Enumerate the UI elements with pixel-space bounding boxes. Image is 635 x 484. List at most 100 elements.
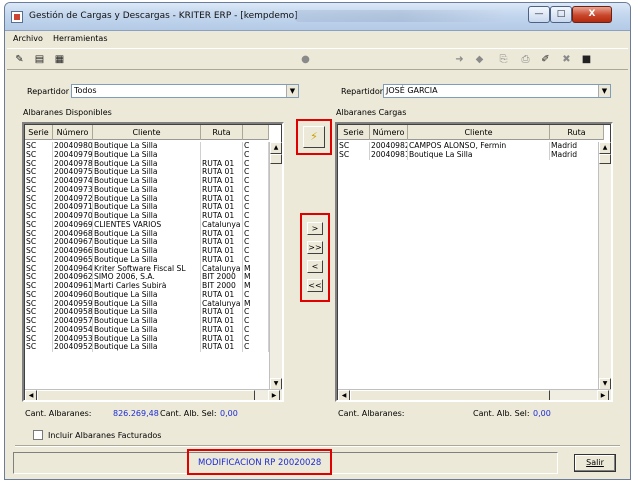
table-icon[interactable]: ▦ — [53, 54, 66, 66]
table-row[interactable]: SC 20040971 Boutique La Silla RUTA 01 C — [25, 203, 269, 212]
left-cant-label: Cant. Albaranes: — [25, 409, 92, 418]
menu-herramientas[interactable]: Herramientas — [53, 34, 108, 43]
divider — [15, 445, 620, 447]
scroll-up-icon[interactable]: ▲ — [270, 142, 282, 154]
table-row[interactable]: SC 20040962 SIMO 2006, S.A. BIT 2000 M — [25, 273, 269, 282]
minimize-button[interactable]: — — [528, 6, 550, 23]
table-row[interactable]: SC 20040960 Boutique La Silla RUTA 01 C — [25, 290, 269, 300]
window-title: Gestión de Cargas y Descargas - KRITER E… — [29, 11, 298, 21]
menu-archivo[interactable]: Archivo — [13, 34, 43, 43]
table-row[interactable]: SC 20040952 Boutique La Silla RUTA 01 C — [25, 343, 269, 352]
move-all-left-button[interactable]: << — [307, 279, 323, 292]
table-cell: 20040957 — [54, 317, 93, 326]
scroll-left-icon[interactable]: ◀ — [338, 390, 350, 400]
table-row[interactable]: SC 20040957 Boutique La Silla RUTA 01 C — [25, 317, 269, 326]
table-row[interactable]: SC 20040973 Boutique La Silla RUTA 01 C — [25, 185, 269, 195]
left-horizontal-scrollbar[interactable]: ◀ ▶ — [25, 389, 282, 400]
chevron-down-icon[interactable]: ▼ — [598, 85, 610, 97]
col-serie[interactable]: Serie — [338, 125, 370, 140]
grid-icon[interactable]: ▤ — [33, 54, 46, 66]
scroll-right-icon[interactable]: ▶ — [597, 390, 609, 400]
table-row[interactable]: SC 20040978 Boutique La Silla RUTA 01 C — [25, 159, 269, 169]
title-bar[interactable]: Gestión de Cargas y Descargas - KRITER E… — [5, 3, 630, 31]
table-cell: SC — [25, 220, 53, 230]
table-row[interactable]: SC 20040953 Boutique La Silla RUTA 01 C — [25, 334, 269, 344]
col-ruta[interactable]: Ruta — [201, 125, 243, 140]
scroll-left-icon[interactable]: ◀ — [25, 390, 37, 400]
table-row[interactable]: SC 20040964 Kriter Software Fiscal SL Catal… — [25, 264, 269, 274]
table-row[interactable]: SC 20040968 Boutique La Silla RUTA 01 C — [25, 229, 269, 239]
table-cell: 20040973 — [54, 185, 93, 195]
incluir-facturados-label: Incluir Albaranes Facturados — [48, 431, 162, 440]
table-row[interactable]: SC 20040970 Boutique La Silla RUTA 01 C — [25, 212, 269, 221]
left-albaranes-grid[interactable]: Serie Número Cliente Ruta SC 20040980 Bout… — [22, 122, 284, 402]
table-cell: BIT 2000 — [201, 273, 243, 282]
col-cliente[interactable]: Cliente — [408, 125, 550, 140]
scroll-thumb[interactable] — [270, 154, 282, 164]
table-row[interactable]: SC 20040969 CLIENTES VARIOS Catalunya C — [25, 220, 269, 230]
col-serie[interactable]: Serie — [25, 125, 53, 140]
table-cell: CLIENTES VARIOS — [93, 220, 201, 230]
table-cell: C — [243, 308, 269, 317]
table-row[interactable]: SC 20040959 Boutique La Silla Catalunya M — [25, 299, 269, 309]
table-cell: SC — [25, 185, 53, 195]
chevron-down-icon[interactable]: ▼ — [286, 85, 298, 97]
table-row[interactable]: SC 20040966 Boutique La Silla RUTA 01 C — [25, 247, 269, 256]
table-row[interactable]: SC 20040979 Boutique La Silla C — [25, 150, 269, 160]
table-cell: Boutique La Silla — [93, 343, 201, 352]
table-cell: Boutique La Silla — [93, 150, 201, 160]
salir-button[interactable]: Salir — [574, 454, 616, 472]
table-cell: 20040962 — [54, 273, 93, 282]
arrow-right-icon[interactable]: ➜ — [453, 54, 466, 66]
table-cell: BIT 2000 — [201, 282, 243, 291]
lightning-action-button[interactable]: ⚡ — [303, 126, 325, 148]
maximize-button[interactable]: □ — [550, 6, 572, 23]
print-icon[interactable]: ⎙ — [519, 54, 532, 66]
col-ruta[interactable]: Ruta — [550, 125, 604, 140]
table-row[interactable]: SC 20040961 Martí Carles Subirà BIT 2000 M — [25, 282, 269, 291]
table-row[interactable]: SC 20040980 Boutique La Silla C — [25, 142, 269, 151]
col-numero[interactable]: Número — [53, 125, 93, 140]
incluir-facturados-checkbox[interactable] — [33, 430, 43, 440]
table-row[interactable]: SC 20040982 CAMPOS ALONSO, Fermin Madrid — [338, 142, 604, 151]
right-horizontal-scrollbar[interactable]: ◀ ▶ — [338, 389, 611, 400]
table-row[interactable]: SC 20040958 Boutique La Silla RUTA 01 C — [25, 308, 269, 317]
table-row[interactable]: SC 20040975 Boutique La Silla RUTA 01 C — [25, 168, 269, 177]
right-repartidor-select[interactable]: JOSÉ GARCIA ▼ — [383, 84, 611, 98]
table-row[interactable]: SC 20040967 Boutique La Silla RUTA 01 C — [25, 238, 269, 247]
scroll-right-icon[interactable]: ▶ — [268, 390, 280, 400]
scroll-thumb-h[interactable] — [350, 390, 550, 400]
table-row[interactable]: SC 20040965 Boutique La Silla RUTA 01 C — [25, 255, 269, 265]
scroll-up-icon[interactable]: ▲ — [599, 142, 611, 154]
left-repartidor-select[interactable]: Todos ▼ — [71, 84, 299, 98]
delete-icon[interactable]: ✖ — [560, 54, 573, 66]
move-one-right-button[interactable]: > — [307, 222, 323, 235]
scroll-thumb-h[interactable] — [37, 390, 255, 400]
table-cell: RUTA 01 — [201, 308, 243, 317]
edit-icon[interactable]: ✎ — [13, 54, 26, 66]
refresh-icon[interactable]: ⎘ — [497, 54, 510, 66]
move-all-right-button[interactable]: >> — [307, 241, 323, 254]
table-row[interactable]: SC 20040974 Boutique La Silla RUTA 01 C — [25, 177, 269, 186]
scroll-thumb[interactable] — [599, 154, 611, 164]
table-cell: C — [243, 203, 269, 212]
table-row[interactable]: SC 20040981 Boutique La Silla Madrid — [338, 150, 604, 160]
col-cliente[interactable]: Cliente — [93, 125, 201, 140]
move-one-left-button[interactable]: < — [307, 260, 323, 273]
table-row[interactable]: SC 20040954 Boutique La Silla RUTA 01 C — [25, 325, 269, 335]
arrow-left-icon[interactable]: ◆ — [473, 54, 486, 66]
table-cell: Boutique La Silla — [93, 290, 201, 300]
table-cell: Boutique La Silla — [93, 185, 201, 195]
table-row[interactable]: SC 20040972 Boutique La Silla RUTA 01 C — [25, 194, 269, 204]
col-numero[interactable]: Número — [370, 125, 408, 140]
right-albaranes-grid[interactable]: Serie Número Cliente Ruta SC 20040982 CAMP… — [335, 122, 613, 402]
right-vertical-scrollbar[interactable]: ▲ ▼ — [598, 142, 611, 390]
close-button[interactable]: X — [572, 6, 612, 23]
table-cell: 20040972 — [54, 194, 93, 204]
left-vertical-scrollbar[interactable]: ▲ ▼ — [269, 142, 282, 390]
table-cell: RUTA 01 — [201, 203, 243, 212]
user-silhouette-icon[interactable]: ● — [299, 54, 312, 66]
save-icon[interactable]: ■ — [580, 54, 593, 66]
edit-note-icon[interactable]: ✐ — [539, 54, 552, 66]
right-grid-header: Serie Número Cliente Ruta — [338, 125, 604, 140]
